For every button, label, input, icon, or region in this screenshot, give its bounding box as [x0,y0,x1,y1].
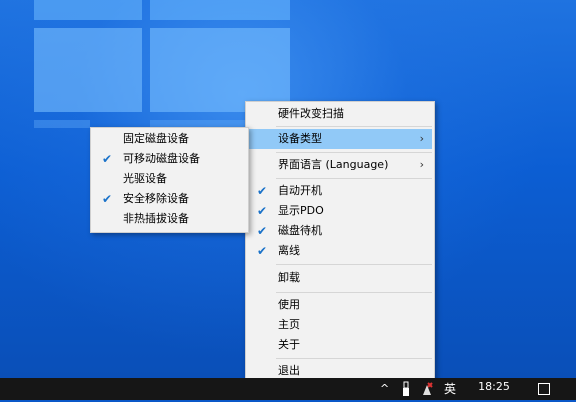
menu-item-label: 退出 [278,364,300,377]
menu-item-label: 离线 [278,244,300,257]
windows-logo-pane [34,0,142,20]
menu-item-label: 光驱设备 [123,172,167,185]
menu-item-device-type[interactable]: 设备类型 › [248,129,432,149]
checkmark-icon: ✔ [256,184,268,198]
menu-item-label: 自动开机 [278,184,322,197]
menu-item-language[interactable]: 界面语言 (Language) › [248,155,432,175]
checkmark-icon: ✔ [256,244,268,258]
menu-item-label: 主页 [278,318,300,331]
menu-separator [276,126,432,127]
menu-item-label: 卸载 [278,271,300,284]
checkmark-icon: ✔ [101,152,113,166]
menu-item-about[interactable]: 关于 [248,335,432,355]
menu-separator [276,152,432,153]
menu-item-homepage[interactable]: 主页 [248,315,432,335]
taskbar-clock[interactable]: 18:25 [470,378,518,402]
menu-separator [276,358,432,359]
menu-item-offline[interactable]: ✔ 离线 [248,241,432,261]
checkmark-icon: ✔ [256,204,268,218]
menu-item-label: 可移动磁盘设备 [123,152,200,165]
submenu-arrow-icon: › [419,132,424,145]
tray-chevron-icon[interactable]: ^ [380,378,389,400]
menu-item-disk-standby[interactable]: ✔ 磁盘待机 [248,221,432,241]
ime-indicator[interactable]: 英 [444,378,456,400]
menu-item-uninstall[interactable]: 卸载 [248,268,432,288]
menu-item-label: 非热插拔设备 [123,212,189,225]
action-center-icon[interactable] [538,383,550,395]
submenu-item-optical-drive[interactable]: 光驱设备 [93,169,246,189]
checkmark-icon: ✔ [256,224,268,238]
menu-separator [276,264,432,265]
menu-item-label: 设备类型 [278,132,322,145]
safely-remove-hardware-icon[interactable] [420,381,434,397]
windows-logo-pane [150,28,290,112]
menu-item-label: 显示PDO [278,204,324,217]
menu-item-label: 固定磁盘设备 [123,132,189,145]
windows-logo-pane [34,120,90,128]
windows-logo-pane [150,0,290,20]
submenu-item-non-hotplug[interactable]: 非热插拔设备 [93,209,246,229]
menu-separator [276,178,432,179]
clock-time: 18:25 [478,380,510,393]
menu-item-hardware-scan[interactable]: 硬件改变扫描 [248,104,432,124]
menu-item-label: 关于 [278,338,300,351]
checkmark-icon: ✔ [101,192,113,206]
submenu-item-fixed-disk[interactable]: 固定磁盘设备 [93,129,246,149]
submenu-item-safe-remove[interactable]: ✔ 安全移除设备 [93,189,246,209]
menu-item-label: 磁盘待机 [278,224,322,237]
menu-item-label: 硬件改变扫描 [278,107,344,120]
menu-item-label: 安全移除设备 [123,192,189,205]
windows-logo-pane [34,28,142,112]
submenu-arrow-icon: › [419,158,424,171]
menu-item-label: 界面语言 (Language) [278,158,389,171]
menu-item-label: 使用 [278,298,300,311]
usb-icon[interactable] [400,381,412,397]
menu-item-show-pdo[interactable]: ✔ 显示PDO [248,201,432,221]
menu-item-auto-start[interactable]: ✔ 自动开机 [248,181,432,201]
device-type-submenu: 固定磁盘设备 ✔ 可移动磁盘设备 光驱设备 ✔ 安全移除设备 非热插拔设备 [90,127,249,233]
menu-item-usage[interactable]: 使用 [248,295,432,315]
menu-separator [276,292,432,293]
tray-context-menu: 硬件改变扫描 设备类型 › 界面语言 (Language) › ✔ 自动开机 ✔… [245,101,435,385]
submenu-item-removable-disk[interactable]: ✔ 可移动磁盘设备 [93,149,246,169]
